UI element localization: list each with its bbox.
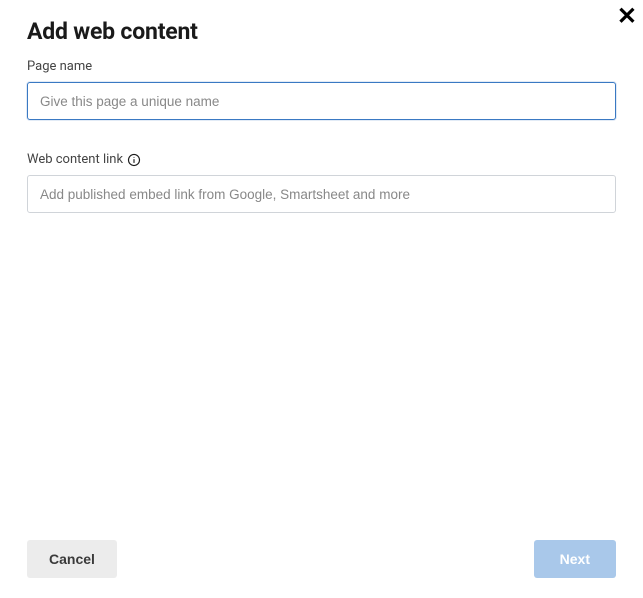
page-name-input[interactable]: [27, 82, 616, 120]
web-content-link-field-group: Web content link: [27, 152, 616, 213]
web-content-link-input[interactable]: [27, 175, 616, 213]
close-icon[interactable]: ✕: [617, 4, 637, 28]
next-button[interactable]: Next: [534, 540, 616, 578]
dialog-title: Add web content: [27, 18, 616, 45]
web-content-link-label: Web content link: [27, 152, 616, 167]
info-icon[interactable]: [127, 153, 141, 167]
web-content-link-label-text: Web content link: [27, 152, 123, 167]
cancel-button[interactable]: Cancel: [27, 540, 117, 578]
page-name-field-group: Page name: [27, 59, 616, 120]
page-name-label: Page name: [27, 59, 616, 74]
dialog-footer: Cancel Next: [27, 530, 616, 578]
